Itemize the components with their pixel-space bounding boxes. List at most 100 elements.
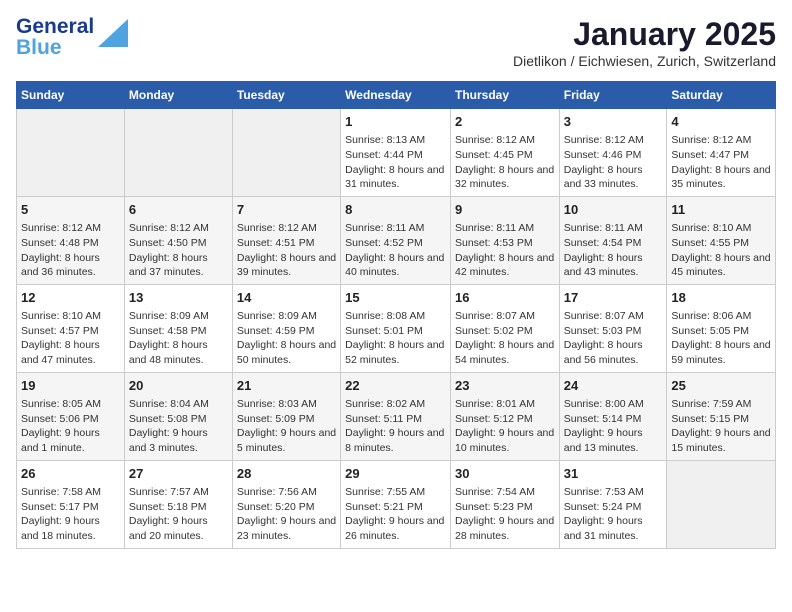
col-monday: Monday [124, 82, 232, 109]
calendar-week-5: 26 Sunrise: 7:58 AMSunset: 5:17 PMDayligh… [17, 460, 776, 548]
cell-content: Sunrise: 7:58 AMSunset: 5:17 PMDaylight:… [21, 485, 120, 544]
calendar-cell: 16Sunrise: 8:07 AMSunset: 5:02 PMDayligh… [450, 284, 559, 372]
cell-content: Sunrise: 8:13 AMSunset: 4:44 PMDaylight:… [345, 133, 446, 192]
cell-content: Sunrise: 8:07 AMSunset: 5:03 PMDaylight:… [564, 309, 663, 368]
calendar-cell: 22Sunrise: 8:02 AMSunset: 5:11 PMDayligh… [341, 372, 451, 460]
day-number: 11 [671, 201, 771, 219]
day-number: 12 [21, 289, 120, 307]
day-number: 6 [129, 201, 228, 219]
day-number: 27 [129, 465, 228, 483]
calendar-week-3: 12 Sunrise: 8:10 AMSunset: 4:57 PMDayligh… [17, 284, 776, 372]
cell-content: Sunrise: 8:00 AMSunset: 5:14 PMDaylight:… [564, 397, 663, 456]
day-number: 7 [237, 201, 336, 219]
calendar-cell: 17 Sunrise: 8:07 AMSunset: 5:03 PMDayligh… [559, 284, 667, 372]
calendar-cell: 5 Sunrise: 8:12 AMSunset: 4:48 PMDaylight… [17, 196, 125, 284]
cell-content: Sunrise: 8:12 AMSunset: 4:46 PMDaylight:… [564, 133, 663, 192]
day-number: 20 [129, 377, 228, 395]
calendar-cell: 26 Sunrise: 7:58 AMSunset: 5:17 PMDayligh… [17, 460, 125, 548]
calendar-cell: 19 Sunrise: 8:05 AMSunset: 5:06 PMDayligh… [17, 372, 125, 460]
day-number: 28 [237, 465, 336, 483]
cell-content: Sunrise: 8:01 AMSunset: 5:12 PMDaylight:… [455, 397, 555, 456]
calendar-cell: 13Sunrise: 8:09 AMSunset: 4:58 PMDayligh… [124, 284, 232, 372]
calendar-cell: 24 Sunrise: 8:00 AMSunset: 5:14 PMDayligh… [559, 372, 667, 460]
calendar-week-1: 1 Sunrise: 8:13 AMSunset: 4:44 PMDaylight… [17, 109, 776, 197]
calendar-cell: 14 Sunrise: 8:09 AMSunset: 4:59 PMDayligh… [232, 284, 340, 372]
col-saturday: Saturday [667, 82, 776, 109]
day-number: 15 [345, 289, 446, 307]
calendar-cell: 30 Sunrise: 7:54 AMSunset: 5:23 PMDayligh… [450, 460, 559, 548]
col-thursday: Thursday [450, 82, 559, 109]
calendar-cell [17, 109, 125, 197]
col-wednesday: Wednesday [341, 82, 451, 109]
calendar-cell [667, 460, 776, 548]
cell-content: Sunrise: 7:54 AMSunset: 5:23 PMDaylight:… [455, 485, 555, 544]
day-number: 17 [564, 289, 663, 307]
day-number: 25 [671, 377, 771, 395]
cell-content: Sunrise: 8:12 AMSunset: 4:48 PMDaylight:… [21, 221, 120, 280]
day-number: 14 [237, 289, 336, 307]
calendar-cell: 2Sunrise: 8:12 AMSunset: 4:45 PMDaylight… [450, 109, 559, 197]
calendar-cell: 3 Sunrise: 8:12 AMSunset: 4:46 PMDaylight… [559, 109, 667, 197]
day-number: 19 [21, 377, 120, 395]
calendar-week-4: 19 Sunrise: 8:05 AMSunset: 5:06 PMDayligh… [17, 372, 776, 460]
title-area: January 2025 Dietlikon / Eichwiesen, Zur… [513, 16, 776, 69]
calendar-cell: 29Sunrise: 7:55 AMSunset: 5:21 PMDayligh… [341, 460, 451, 548]
day-number: 1 [345, 113, 446, 131]
calendar-cell: 25 Sunrise: 7:59 AMSunset: 5:15 PMDayligh… [667, 372, 776, 460]
cell-content: Sunrise: 8:06 AMSunset: 5:05 PMDaylight:… [671, 309, 771, 368]
cell-content: Sunrise: 8:04 AMSunset: 5:08 PMDaylight:… [129, 397, 228, 456]
cell-content: Sunrise: 8:09 AMSunset: 4:59 PMDaylight:… [237, 309, 336, 368]
col-friday: Friday [559, 82, 667, 109]
cell-content: Sunrise: 8:12 AMSunset: 4:50 PMDaylight:… [129, 221, 228, 280]
day-number: 31 [564, 465, 663, 483]
calendar-cell: 9 Sunrise: 8:11 AMSunset: 4:53 PMDaylight… [450, 196, 559, 284]
calendar-cell: 11 Sunrise: 8:10 AMSunset: 4:55 PMDayligh… [667, 196, 776, 284]
calendar-cell [124, 109, 232, 197]
cell-content: Sunrise: 7:53 AMSunset: 5:24 PMDaylight:… [564, 485, 663, 544]
cell-content: Sunrise: 8:12 AMSunset: 4:45 PMDaylight:… [455, 133, 555, 192]
day-number: 8 [345, 201, 446, 219]
calendar-cell: 6 Sunrise: 8:12 AMSunset: 4:50 PMDaylight… [124, 196, 232, 284]
location-title: Dietlikon / Eichwiesen, Zurich, Switzerl… [513, 53, 776, 69]
calendar-cell: 12 Sunrise: 8:10 AMSunset: 4:57 PMDayligh… [17, 284, 125, 372]
day-number: 4 [671, 113, 771, 131]
logo-blue: Blue [16, 37, 94, 58]
day-number: 22 [345, 377, 446, 395]
day-number: 23 [455, 377, 555, 395]
day-number: 26 [21, 465, 120, 483]
cell-content: Sunrise: 8:11 AMSunset: 4:53 PMDaylight:… [455, 221, 555, 280]
logo-general: General [16, 16, 94, 37]
day-number: 9 [455, 201, 555, 219]
day-number: 3 [564, 113, 663, 131]
cell-content: Sunrise: 8:05 AMSunset: 5:06 PMDaylight:… [21, 397, 120, 456]
day-number: 13 [129, 289, 228, 307]
calendar-table: Sunday Monday Tuesday Wednesday Thursday… [16, 81, 776, 549]
calendar-header-row: Sunday Monday Tuesday Wednesday Thursday… [17, 82, 776, 109]
day-number: 30 [455, 465, 555, 483]
day-number: 24 [564, 377, 663, 395]
cell-content: Sunrise: 8:10 AMSunset: 4:57 PMDaylight:… [21, 309, 120, 368]
cell-content: Sunrise: 7:59 AMSunset: 5:15 PMDaylight:… [671, 397, 771, 456]
day-number: 5 [21, 201, 120, 219]
day-number: 18 [671, 289, 771, 307]
calendar-week-2: 5 Sunrise: 8:12 AMSunset: 4:48 PMDaylight… [17, 196, 776, 284]
calendar-cell: 20 Sunrise: 8:04 AMSunset: 5:08 PMDayligh… [124, 372, 232, 460]
calendar-cell: 15 Sunrise: 8:08 AMSunset: 5:01 PMDayligh… [341, 284, 451, 372]
cell-content: Sunrise: 8:10 AMSunset: 4:55 PMDaylight:… [671, 221, 771, 280]
calendar-cell: 7Sunrise: 8:12 AMSunset: 4:51 PMDaylight… [232, 196, 340, 284]
header: General Blue January 2025 Dietlikon / Ei… [16, 16, 776, 69]
col-tuesday: Tuesday [232, 82, 340, 109]
day-number: 29 [345, 465, 446, 483]
calendar-cell: 4Sunrise: 8:12 AMSunset: 4:47 PMDaylight… [667, 109, 776, 197]
calendar-cell [232, 109, 340, 197]
calendar-cell: 27Sunrise: 7:57 AMSunset: 5:18 PMDayligh… [124, 460, 232, 548]
day-number: 16 [455, 289, 555, 307]
logo-icon [98, 19, 128, 47]
calendar-cell: 18 Sunrise: 8:06 AMSunset: 5:05 PMDayligh… [667, 284, 776, 372]
cell-content: Sunrise: 8:03 AMSunset: 5:09 PMDaylight:… [237, 397, 336, 456]
col-sunday: Sunday [17, 82, 125, 109]
cell-content: Sunrise: 8:08 AMSunset: 5:01 PMDaylight:… [345, 309, 446, 368]
day-number: 21 [237, 377, 336, 395]
calendar-cell: 1 Sunrise: 8:13 AMSunset: 4:44 PMDaylight… [341, 109, 451, 197]
month-title: January 2025 [513, 16, 776, 53]
